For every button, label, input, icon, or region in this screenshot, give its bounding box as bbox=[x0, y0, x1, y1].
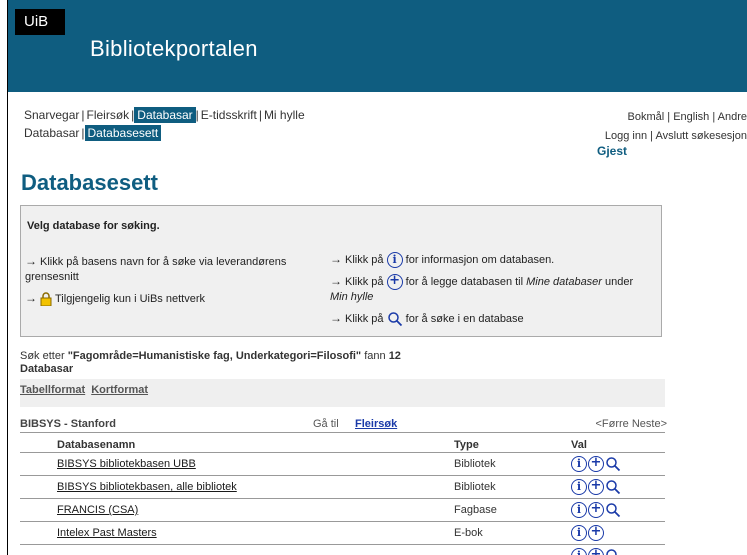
kortformat-link[interactable]: Kortformat bbox=[91, 384, 148, 396]
database-name-link[interactable]: Intelex Past Masters bbox=[57, 527, 157, 539]
table-row: BIBSYS bibliotekbasen, alle bibliotek Bib… bbox=[20, 476, 665, 499]
help-text: for å søke i en database bbox=[405, 313, 524, 326]
row-actions: i+ bbox=[571, 456, 622, 472]
fleirsok-link[interactable]: Fleirsøk bbox=[355, 418, 397, 430]
info-icon: i bbox=[386, 252, 403, 269]
end-session-link[interactable]: Avslutt søkesesjon bbox=[655, 130, 747, 142]
browser-frame: UiB Bibliotekportalen Snarvegar | Fleirsøk… bbox=[7, 0, 747, 555]
help-text: for informasjon om databasen. bbox=[405, 254, 555, 266]
add-icon[interactable]: + bbox=[588, 502, 604, 518]
primary-nav: Snarvegar | Fleirsøk | Databasar | E-tidsskrif… bbox=[22, 107, 307, 123]
nav-snarvegar[interactable]: Snarvegar bbox=[22, 108, 81, 122]
database-name-link[interactable]: BIBSYS bibliotekbasen, alle bibliotek bbox=[57, 481, 237, 493]
info-icon[interactable]: i bbox=[571, 502, 587, 518]
group-name: BIBSYS - Stanford bbox=[20, 418, 116, 430]
secondary-nav: Databasar | Databasesett bbox=[22, 125, 162, 141]
search-icon bbox=[387, 312, 402, 327]
lang-english[interactable]: English bbox=[673, 111, 709, 123]
nav-fleirsok[interactable]: Fleirsøk bbox=[85, 108, 132, 122]
info-icon[interactable]: i bbox=[571, 456, 587, 472]
row-actions: i+ bbox=[571, 525, 605, 541]
portal-title[interactable]: Bibliotekportalen bbox=[90, 36, 258, 62]
arrow-right-icon: → bbox=[25, 254, 37, 268]
uib-logo[interactable]: UiB bbox=[15, 9, 65, 35]
table-row: Intelex Past Masters E-bok i + bbox=[20, 522, 665, 545]
page-title: Databasesett bbox=[21, 170, 158, 195]
database-name-link[interactable]: BIBSYS bibliotekbasen UBB bbox=[57, 458, 196, 470]
group-header: BIBSYS - Stanford Gå til Fleirsøk <Førre… bbox=[20, 415, 667, 433]
add-icon[interactable]: + bbox=[588, 548, 604, 555]
info-icon[interactable]: i bbox=[571, 548, 587, 555]
table-header: Databasenamn Type Val bbox=[20, 437, 665, 453]
help-text-network: Tilgjengelig kun i UiBs nettverk bbox=[55, 293, 205, 305]
add-icon[interactable]: + bbox=[588, 479, 604, 495]
help-text: Klikk på bbox=[345, 254, 384, 266]
arrow-right-icon: → bbox=[330, 311, 342, 326]
info-icon[interactable]: i bbox=[571, 525, 587, 541]
header-banner: UiB Bibliotekportalen bbox=[8, 0, 747, 92]
result-fann: fann bbox=[364, 350, 386, 362]
format-switcher: Tabellformat Kortformat bbox=[20, 379, 665, 407]
column-type: Type bbox=[454, 439, 479, 451]
database-name-link[interactable]: FRANCIS (CSA) bbox=[57, 504, 138, 516]
login-link[interactable]: Logg inn bbox=[605, 130, 647, 142]
table-row: FRANCIS (CSA) Fagbase i + bbox=[20, 499, 665, 522]
row-actions: i+ bbox=[571, 479, 622, 495]
lang-bokmal[interactable]: Bokmål bbox=[628, 111, 665, 123]
subnav-databasar[interactable]: Databasar bbox=[22, 126, 81, 140]
search-icon[interactable] bbox=[605, 479, 621, 495]
add-icon[interactable]: + bbox=[588, 456, 604, 472]
arrow-right-icon: → bbox=[25, 291, 37, 305]
result-prefix: Søk etter bbox=[20, 350, 65, 362]
search-icon[interactable] bbox=[605, 502, 621, 518]
table-body: BIBSYS bibliotekbasen UBB Bibliotek i + BIBS… bbox=[20, 453, 665, 555]
help-text: under bbox=[605, 276, 634, 289]
arrow-right-icon: → bbox=[330, 252, 342, 266]
table-row: i+ bbox=[20, 545, 665, 555]
nav-e-tidsskrift[interactable]: E-tidsskrift bbox=[199, 108, 259, 122]
help-text-vendor: Klikk på basens navn for å søke via leve… bbox=[25, 256, 287, 283]
subnav-databasesett[interactable]: Databasesett bbox=[84, 125, 162, 141]
help-text-min-hylle: Min hylle bbox=[330, 291, 374, 304]
database-type: E-bok bbox=[454, 527, 483, 539]
nav-mi-hylle[interactable]: Mi hylle bbox=[262, 108, 307, 122]
row-actions: i+ bbox=[571, 548, 622, 555]
column-name: Databasenamn bbox=[57, 439, 136, 451]
nav-databasar[interactable]: Databasar bbox=[134, 107, 196, 123]
help-text: for å legge databasen til bbox=[405, 276, 524, 289]
help-right-column: → Klikk på i for informasjon om databasen… bbox=[330, 252, 660, 333]
search-icon[interactable] bbox=[605, 548, 621, 555]
result-query: "Fagområde=Humanistiske fag, Underkatego… bbox=[67, 350, 362, 362]
table-row: BIBSYS bibliotekbasen UBB Bibliotek i + bbox=[20, 453, 665, 476]
database-table: Databasenamn Type Val BIBSYS bibliotekba… bbox=[20, 437, 665, 555]
database-type: Fagbase bbox=[454, 504, 497, 516]
search-icon[interactable] bbox=[605, 456, 621, 472]
language-switcher: Bokmål | English | Andre bbox=[627, 111, 747, 123]
help-text: Klikk på bbox=[345, 276, 384, 289]
help-text: Klikk på bbox=[345, 313, 384, 326]
add-icon: + bbox=[386, 274, 403, 291]
help-heading: Velg database for søking. bbox=[27, 220, 160, 232]
column-val: Val bbox=[571, 439, 587, 451]
result-count: 12 bbox=[388, 350, 401, 362]
database-type: Bibliotek bbox=[454, 458, 496, 470]
add-icon[interactable]: + bbox=[588, 525, 604, 541]
pager[interactable]: <Førre Neste> bbox=[595, 418, 667, 430]
tabellformat-link[interactable]: Tabellformat bbox=[20, 384, 85, 396]
lock-icon bbox=[40, 292, 52, 307]
database-type: Bibliotek bbox=[454, 481, 496, 493]
user-name: Gjest bbox=[596, 144, 627, 158]
help-text-mine-databaser: Mine databaser bbox=[526, 276, 602, 289]
result-summary: Søk etter "Fagområde=Humanistiske fag, U… bbox=[20, 350, 401, 376]
result-unit: Databasar bbox=[20, 363, 74, 375]
help-left-column: → Klikk på basens navn for å søke via lev… bbox=[25, 254, 325, 313]
goto-label: Gå til bbox=[313, 418, 339, 430]
row-actions: i+ bbox=[571, 502, 622, 518]
account-links: Logg inn | Avslutt søkesesjon bbox=[604, 130, 747, 142]
help-box: Velg database for søking. → Klikk på base… bbox=[20, 205, 662, 337]
arrow-right-icon: → bbox=[330, 274, 342, 289]
lang-andre[interactable]: Andre bbox=[718, 111, 747, 123]
info-icon[interactable]: i bbox=[571, 479, 587, 495]
